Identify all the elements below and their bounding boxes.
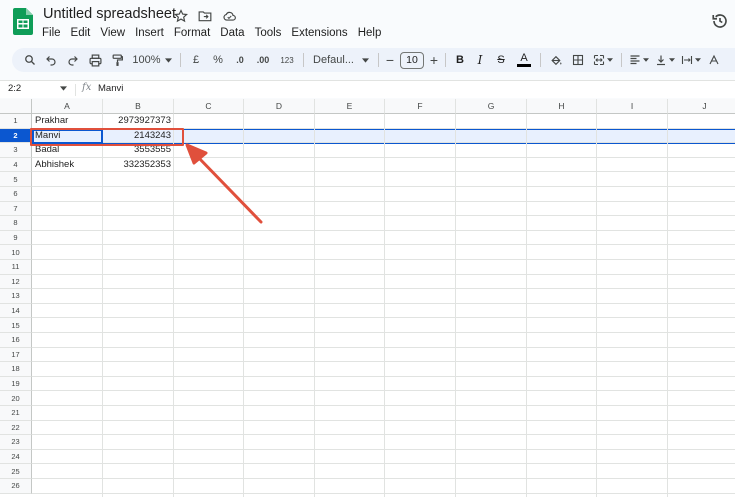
toolbar-divider bbox=[180, 53, 181, 67]
italic-button[interactable]: I bbox=[470, 48, 490, 72]
chevron-down-icon bbox=[643, 58, 649, 62]
chevron-down-icon[interactable] bbox=[60, 86, 67, 91]
menu-insert[interactable]: Insert bbox=[130, 26, 169, 40]
menu-file[interactable]: File bbox=[37, 26, 66, 40]
number-format-button[interactable]: 123 bbox=[275, 48, 299, 72]
chevron-down-icon bbox=[361, 57, 369, 63]
paint-format-icon[interactable] bbox=[106, 48, 128, 72]
document-title[interactable]: Untitled spreadsheet bbox=[43, 6, 176, 22]
menu-format[interactable]: Format bbox=[169, 26, 215, 40]
horizontal-align-icon[interactable] bbox=[626, 48, 652, 72]
font-size-value: 10 bbox=[400, 51, 424, 69]
undo-icon[interactable] bbox=[40, 48, 62, 72]
sheets-logo-icon[interactable] bbox=[13, 8, 33, 35]
zoom-value: 100% bbox=[132, 54, 161, 66]
chevron-down-icon bbox=[695, 58, 701, 62]
vertical-align-icon[interactable] bbox=[652, 48, 678, 72]
menu-bar: File Edit View Insert Format Data Tools … bbox=[37, 26, 386, 40]
name-box[interactable]: 2:2 bbox=[8, 83, 21, 94]
text-wrapping-icon[interactable] bbox=[678, 48, 704, 72]
menu-tools[interactable]: Tools bbox=[250, 26, 287, 40]
cloud-status-icon[interactable] bbox=[221, 8, 237, 24]
text-color-button[interactable]: A bbox=[512, 48, 536, 72]
menu-extensions[interactable]: Extensions bbox=[286, 26, 352, 40]
toolbar-divider bbox=[303, 53, 304, 67]
toolbar-divider bbox=[621, 53, 622, 67]
font-size-field[interactable]: 10 bbox=[397, 48, 427, 72]
bold-button[interactable]: B bbox=[450, 48, 470, 72]
menu-view[interactable]: View bbox=[95, 26, 130, 40]
star-icon[interactable] bbox=[173, 8, 189, 24]
text-rotation-icon[interactable] bbox=[704, 48, 724, 72]
chevron-down-icon bbox=[669, 58, 675, 62]
toolbar: 100% £ % .0 .00 123 Defaul... − 10 + B I… bbox=[12, 48, 735, 72]
menu-edit[interactable]: Edit bbox=[66, 26, 96, 40]
borders-icon[interactable] bbox=[567, 48, 589, 72]
spreadsheet-grid[interactable]: ABCDEFGHIJ 1 2 3 4 5 6 7 8 9 10 11 12 13 14 15 16 17 18 19… bbox=[0, 99, 735, 497]
toolbar-divider bbox=[445, 53, 446, 67]
strikethrough-button[interactable]: S bbox=[490, 48, 512, 72]
percent-format-button[interactable]: % bbox=[207, 48, 229, 72]
menu-data[interactable]: Data bbox=[215, 26, 249, 40]
annotation-arrow bbox=[185, 143, 263, 224]
formula-bar: 2:2 fx Manvi bbox=[0, 80, 735, 98]
decrease-font-size-button[interactable]: − bbox=[383, 48, 397, 72]
font-name: Defaul... bbox=[313, 54, 354, 66]
font-select[interactable]: Defaul... bbox=[308, 48, 374, 72]
toolbar-divider bbox=[540, 53, 541, 67]
menu-help[interactable]: Help bbox=[353, 26, 387, 40]
print-icon[interactable] bbox=[84, 48, 106, 72]
currency-format-button[interactable]: £ bbox=[185, 48, 207, 72]
fill-color-icon[interactable] bbox=[545, 48, 567, 72]
text-color-swatch bbox=[517, 64, 531, 67]
title-bar: Untitled spreadsheet File Edit View Inse… bbox=[0, 0, 735, 44]
decrease-decimal-button[interactable]: .0 bbox=[229, 48, 251, 72]
increase-decimal-button[interactable]: .00 bbox=[251, 48, 275, 72]
version-history-icon[interactable] bbox=[711, 12, 729, 30]
increase-font-size-button[interactable]: + bbox=[427, 48, 441, 72]
zoom-select[interactable]: 100% bbox=[128, 48, 176, 72]
merge-cells-icon[interactable] bbox=[589, 48, 617, 72]
search-menus-icon[interactable] bbox=[20, 48, 40, 72]
formula-bar-divider bbox=[75, 84, 76, 96]
toolbar-divider bbox=[378, 53, 379, 67]
chevron-down-icon bbox=[164, 57, 172, 63]
chevron-down-icon bbox=[607, 58, 613, 62]
fx-icon: fx bbox=[82, 82, 92, 93]
redo-icon[interactable] bbox=[62, 48, 84, 72]
move-folder-icon[interactable] bbox=[197, 8, 213, 24]
text-color-label: A bbox=[520, 52, 528, 64]
formula-input[interactable]: Manvi bbox=[98, 83, 123, 94]
